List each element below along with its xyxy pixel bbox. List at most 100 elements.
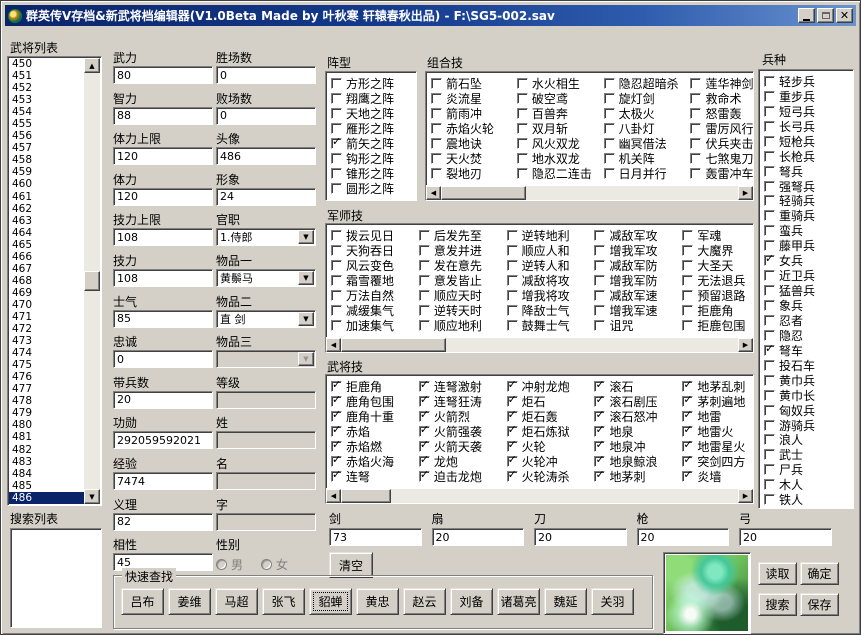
scrollbar-thumb[interactable] <box>441 186 526 200</box>
chevron-down-icon[interactable]: ▼ <box>298 230 314 244</box>
adviser-checkbox[interactable]: ✓ 增我军速 <box>594 303 678 318</box>
wujiang-checkbox[interactable]: ✓ 突剑四方 <box>682 454 754 469</box>
wujiang-checkbox[interactable]: ✓ 地茅乱刺 <box>682 379 754 394</box>
adviser-checkbox[interactable]: ✓ 逆转人和 <box>507 258 591 273</box>
list-item[interactable]: 474 <box>9 347 84 359</box>
adviser-checkbox[interactable]: ✓ 加速集气 <box>331 318 415 333</box>
save-button[interactable]: 保存 <box>800 593 839 616</box>
list-item[interactable]: 482 <box>9 444 84 456</box>
list-item[interactable]: 481 <box>9 431 84 443</box>
troop-checkbox[interactable]: ✓ 蛮兵 <box>764 223 815 238</box>
field-input[interactable] <box>113 431 213 449</box>
list-item[interactable]: 463 <box>9 215 84 227</box>
wujiang-checkbox[interactable]: ✓ 炬石轰 <box>507 409 591 424</box>
wujiang-checkbox[interactable]: ✓ 火轮涛杀 <box>507 469 591 484</box>
troop-checkbox[interactable]: ✓ 强弩兵 <box>764 179 815 194</box>
field-input[interactable] <box>113 228 213 246</box>
troop-checkbox[interactable]: ✓ 象兵 <box>764 298 815 313</box>
troop-checkbox[interactable]: ✓ 弩车 <box>764 343 815 358</box>
wujiang-checkbox[interactable]: ✓ 迫击龙炮 <box>419 469 503 484</box>
combo-checkbox[interactable]: ✓ 救命术 <box>690 91 754 106</box>
adviser-checkbox[interactable]: ✓ 逆转天时 <box>419 303 503 318</box>
ok-button[interactable]: 确定 <box>800 562 839 585</box>
list-item[interactable]: 451 <box>9 70 84 82</box>
list-item[interactable]: 457 <box>9 142 84 154</box>
troop-checkbox[interactable]: ✓ 铁人 <box>764 492 815 507</box>
troop-checkbox[interactable]: ✓ 浪人 <box>764 433 815 448</box>
list-item[interactable]: 459 <box>9 166 84 178</box>
maximize-button[interactable] <box>817 8 834 23</box>
combo-checkbox[interactable]: ✓ 天火焚 <box>431 151 513 166</box>
field-input[interactable] <box>113 147 213 165</box>
adviser-checkbox[interactable]: ✓ 大圣天 <box>682 258 754 273</box>
list-item[interactable]: 450 <box>9 58 84 70</box>
field-input[interactable] <box>216 66 316 84</box>
adviser-checkbox[interactable]: ✓ 预留退路 <box>682 288 754 303</box>
wujiang-checkbox[interactable]: ✓ 火箭强袭 <box>419 424 503 439</box>
wujiang-checkbox[interactable]: ✓ 地雷 <box>682 409 754 424</box>
formation-checkbox[interactable]: ✓ 箭矢之阵 <box>331 136 394 151</box>
list-item[interactable]: 466 <box>9 251 84 263</box>
troop-checkbox[interactable]: ✓ 长枪兵 <box>764 149 815 164</box>
adviser-checkbox[interactable]: ✓ 风云变色 <box>331 258 415 273</box>
adviser-checkbox[interactable]: ✓ 意发并进 <box>419 243 503 258</box>
wujiang-checkbox[interactable]: ✓ 火箭烈 <box>419 409 503 424</box>
quick-find-button[interactable]: 黄忠 <box>356 588 399 615</box>
wujiang-checkbox[interactable]: ✓ 冲射龙炮 <box>507 379 591 394</box>
list-item[interactable]: 452 <box>9 82 84 94</box>
list-item[interactable]: 473 <box>9 335 84 347</box>
wujiang-checkbox[interactable]: ✓ 连弩狂涛 <box>419 394 503 409</box>
adviser-checkbox[interactable]: ✓ 后发先至 <box>419 228 503 243</box>
list-item[interactable]: 465 <box>9 239 84 251</box>
list-item[interactable]: 461 <box>9 191 84 203</box>
combo-checkbox[interactable]: ✓ 水火相生 <box>517 76 600 91</box>
formation-checkbox[interactable]: ✓ 方形之阵 <box>331 76 394 91</box>
weapon-input[interactable] <box>739 528 832 546</box>
chevron-down-icon[interactable]: ▼ <box>298 312 314 326</box>
list-item[interactable]: 483 <box>9 456 84 468</box>
field-input[interactable] <box>113 310 213 328</box>
combo-checkbox[interactable]: ✓ 隐忍超暗杀 <box>604 76 687 91</box>
chevron-down-icon[interactable]: ▼ <box>298 271 314 285</box>
list-item[interactable]: 471 <box>9 311 84 323</box>
wujiang-checkbox[interactable]: ✓ 鹿角包围 <box>331 394 415 409</box>
list-item[interactable]: 456 <box>9 130 84 142</box>
quick-find-button[interactable]: 刘备 <box>450 588 493 615</box>
field-input[interactable] <box>216 472 316 490</box>
combo-checkbox[interactable]: ✓ 赤焰火轮 <box>431 121 513 136</box>
adviser-checkbox[interactable]: ✓ 减敌将攻 <box>507 273 591 288</box>
wujiang-checkbox[interactable]: ✓ 炎墙 <box>682 469 754 484</box>
weapon-input[interactable] <box>329 528 422 546</box>
wujiang-checkbox[interactable]: ✓ 鹿角十重 <box>331 409 415 424</box>
troop-checkbox[interactable]: ✓ 重步兵 <box>764 89 815 104</box>
combo-checkbox[interactable]: ✓ 箭雨冲 <box>431 106 513 121</box>
field-input[interactable] <box>216 107 316 125</box>
combo-checkbox[interactable]: ✓ 裂地刃 <box>431 166 513 181</box>
adviser-checkbox[interactable]: ✓ 大魔界 <box>682 243 754 258</box>
wujiang-checkbox[interactable]: ✓ 赤焰火海 <box>331 454 415 469</box>
troop-checkbox[interactable]: ✓ 近卫兵 <box>764 268 815 283</box>
wujiang-checkbox[interactable]: ✓ 滚石怒冲 <box>594 409 678 424</box>
close-button[interactable]: ✕ <box>836 8 853 23</box>
formation-checkbox[interactable]: ✓ 雁形之阵 <box>331 121 394 136</box>
troop-checkbox[interactable]: ✓ 黄巾兵 <box>764 373 815 388</box>
general-list-scrollbar[interactable]: ▲ ▼ <box>84 58 100 504</box>
adviser-checkbox[interactable]: ✓ 增我军防 <box>594 273 678 288</box>
combo-checkbox[interactable]: ✓ 炎流星 <box>431 91 513 106</box>
combo-checkbox[interactable]: ✓ 八卦灯 <box>604 121 687 136</box>
combo-checkbox[interactable]: ✓ 旋灯剑 <box>604 91 687 106</box>
general-listbox[interactable]: 4504514524534544554564574584594604614624… <box>7 56 102 506</box>
troop-checkbox[interactable]: ✓ 木人 <box>764 477 815 492</box>
list-item[interactable]: 460 <box>9 178 84 190</box>
adviser-checkbox[interactable]: ✓ 减敌军速 <box>594 288 678 303</box>
quick-find-button[interactable]: 魏延 <box>544 588 587 615</box>
formation-checkbox[interactable]: ✓ 锥形之阵 <box>331 166 394 181</box>
adviser-checkbox[interactable]: ✓ 无法退兵 <box>682 273 754 288</box>
formation-checkbox[interactable]: ✓ 翔鹰之阵 <box>331 91 394 106</box>
troop-checkbox[interactable]: ✓ 弩兵 <box>764 164 815 179</box>
troop-checkbox[interactable]: ✓ 轻骑兵 <box>764 194 815 209</box>
formation-checkbox[interactable]: ✓ 圆形之阵 <box>331 181 394 196</box>
wujiang-hscrollbar[interactable]: ◀ ▶ <box>326 488 753 503</box>
scrollbar-thumb[interactable] <box>341 489 391 503</box>
field-input[interactable] <box>216 513 316 531</box>
